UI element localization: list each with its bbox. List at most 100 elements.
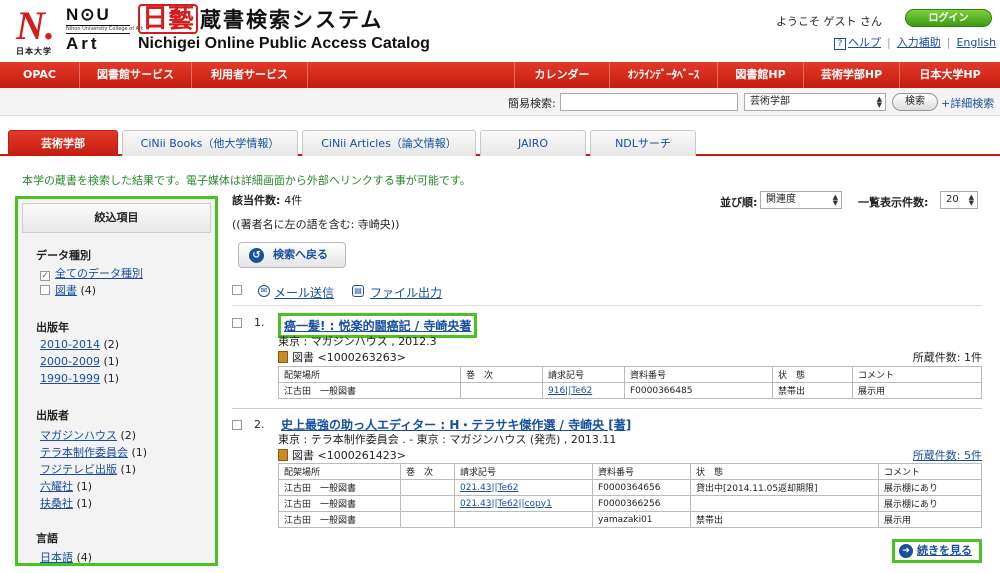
sort-label: 並び順: (720, 196, 758, 209)
table-cell: F0000366485 (624, 382, 773, 399)
nav-faculty-hp[interactable]: 芸術学部HP (804, 62, 900, 88)
holdings-header-row: 配架場所 巻 次 請求記号 資料番号 状 態 コメント (278, 366, 982, 383)
facet-item-year[interactable]: 2010-2014 (2) (40, 338, 119, 351)
record-publication: 東京 : マガジンハウス , 2012.3 (278, 335, 437, 348)
send-mail-link[interactable]: メール送信 (274, 284, 334, 301)
nav-university-hp[interactable]: 日本大学HP (900, 62, 1000, 88)
facet-item-publisher[interactable]: フジテレビ出版 (1) (40, 461, 136, 477)
column-header: 状 態 (690, 463, 879, 480)
record-type-label: 図書 <1000261423> (292, 449, 406, 462)
system-subtitle: Nichigei Online Public Access Catalog (138, 35, 430, 52)
facet-item-book[interactable]: 図書 (4) (40, 282, 96, 298)
nav-opac[interactable]: OPAC (0, 62, 80, 88)
facet-link[interactable]: テラ本制作委員会 (40, 446, 128, 459)
call-number-link[interactable]: 021.43||Te62 (454, 479, 593, 496)
help-label[interactable]: ヘルプ (848, 36, 881, 49)
call-number-link[interactable]: 916||Te62 (542, 382, 625, 399)
table-row: 江古田 一般図書 916||Te62 F0000366485 禁帯出 展示用 (278, 382, 982, 399)
system-title: 蔵書検索システム (200, 8, 384, 32)
facet-item-publisher[interactable]: テラ本制作委員会 (1) (40, 444, 147, 460)
sort-select[interactable]: 関連度 ▲ ▼ (760, 191, 842, 209)
table-row: 江古田 一般図書 021.43||Te62||copy1 F0000366256… (278, 495, 982, 512)
record-checkbox[interactable] (232, 318, 242, 328)
tab-ndl-search[interactable]: NDLサーチ (590, 130, 696, 156)
facet-item-publisher[interactable]: 六耀社 (1) (40, 478, 92, 494)
tab-art-faculty[interactable]: 芸術学部 (8, 130, 118, 156)
table-cell (460, 382, 543, 399)
sort-value: 関連度 (766, 194, 796, 205)
nu-logo-top: N⊙U (66, 5, 111, 24)
table-cell: 江古田 一般図書 (278, 511, 401, 528)
facet-item-year[interactable]: 1990-1999 (1) (40, 372, 119, 385)
column-header: 状 態 (772, 366, 853, 383)
facet-count: (4) (80, 284, 97, 297)
tab-jairo[interactable]: JAIRO (480, 130, 586, 156)
table-cell: 禁帯出 (772, 382, 853, 399)
art-college-logo[interactable]: N⊙U Nihon University College of Art Art (66, 5, 144, 56)
advanced-search-link[interactable]: +詳細検索 (941, 95, 994, 111)
facet-link[interactable]: 全てのデータ種別 (55, 267, 143, 280)
result-record: 2. 史上最強の助っ人エディター : H・テラサキ傑作選 / 寺崎央 [著] 東… (232, 414, 982, 536)
nav-user-services[interactable]: 利用者サービス (192, 62, 308, 88)
facet-item-all-types[interactable]: ✓ 全てのデータ種別 (40, 265, 143, 281)
facet-link[interactable]: マガジンハウス (40, 429, 117, 442)
table-cell (400, 479, 455, 496)
holdings-count: 所蔵件数: 1件 (912, 351, 982, 364)
table-cell: 展示棚にあり (878, 495, 982, 512)
back-to-search-button[interactable]: ↺ 検索へ戻る (238, 242, 346, 268)
mail-icon: ✉ (258, 285, 270, 297)
quick-search-button[interactable]: 検索 (892, 93, 938, 111)
show-more-button[interactable]: ➜ 続きを見る (892, 539, 982, 563)
facet-item-language[interactable]: 日本語 (4) (40, 549, 92, 565)
result-count-value: 4件 (284, 194, 303, 207)
facet-link[interactable]: 1990-1999 (40, 372, 100, 385)
nihon-university-logo[interactable]: N. 日本大学 (14, 6, 62, 57)
search-scope-select[interactable]: 芸術学部 ▲ ▼ (744, 93, 886, 111)
nav-calendar[interactable]: カレンダー (514, 62, 610, 88)
facet-link[interactable]: 扶桑社 (40, 497, 73, 510)
facet-count: (4) (76, 551, 93, 564)
book-icon (278, 449, 288, 461)
facet-link[interactable]: フジテレビ出版 (40, 463, 117, 476)
facet-title-language: 言語 (36, 532, 58, 545)
per-page-select[interactable]: 20 ▲ ▼ (940, 191, 978, 209)
result-count-label: 該当件数: (232, 194, 281, 207)
call-number-link[interactable]: 021.43||Te62||copy1 (454, 495, 593, 512)
header: N. 日本大学 N⊙U Nihon University College of … (0, 0, 1000, 62)
nav-online-database[interactable]: ｵﾝﾗｲﾝﾃﾞｰﾀﾍﾞｰｽ (610, 62, 718, 88)
checkbox[interactable] (40, 285, 50, 295)
select-all-checkbox[interactable] (232, 285, 242, 295)
facet-link[interactable]: 2010-2014 (40, 338, 100, 351)
facet-link[interactable]: 2000-2009 (40, 355, 100, 368)
quick-search-input[interactable] (560, 93, 738, 111)
nav-library-hp[interactable]: 図書館HP (718, 62, 804, 88)
holdings-count-link[interactable]: 所蔵件数: 5件 (913, 447, 982, 463)
facet-title-data-type: データ種別 (36, 249, 91, 262)
facet-count: (1) (76, 480, 93, 493)
record-checkbox[interactable] (232, 420, 242, 430)
file-export-link[interactable]: ファイル出力 (370, 284, 442, 301)
english-link[interactable]: English (956, 36, 996, 49)
login-button[interactable]: ログイン (905, 9, 992, 27)
facet-link[interactable]: 日本語 (40, 551, 73, 564)
file-icon: ▤ (352, 285, 364, 297)
facet-item-publisher[interactable]: 扶桑社 (1) (40, 495, 92, 511)
nu-logo-caption: Nihon University College of Art (66, 25, 144, 34)
facet-title-year: 出版年 (36, 321, 69, 334)
record-type-label: 図書 <1000263263> (292, 351, 406, 364)
query-summary: ((著者名に左の語を含む: 寺崎央)) (232, 218, 400, 231)
facet-link[interactable]: 六耀社 (40, 480, 73, 493)
table-cell (454, 511, 593, 528)
select-arrows-icon: ▲ ▼ (968, 193, 974, 207)
help-link[interactable]: ? ヘルプ (834, 34, 881, 50)
tab-cinii-books[interactable]: CiNii Books（他大学情報） (122, 130, 298, 156)
nav-library-services[interactable]: 図書館サービス (80, 62, 192, 88)
facet-item-year[interactable]: 2000-2009 (1) (40, 355, 119, 368)
tab-cinii-articles[interactable]: CiNii Articles（論文情報） (302, 130, 476, 156)
column-header: 巻 次 (400, 463, 455, 480)
input-assist-link[interactable]: 入力補助 (897, 34, 941, 50)
facet-item-publisher[interactable]: マガジンハウス (2) (40, 427, 136, 443)
facet-link[interactable]: 図書 (55, 284, 77, 297)
per-page-value: 20 (946, 194, 959, 205)
show-more-label: 続きを見る (917, 544, 972, 557)
